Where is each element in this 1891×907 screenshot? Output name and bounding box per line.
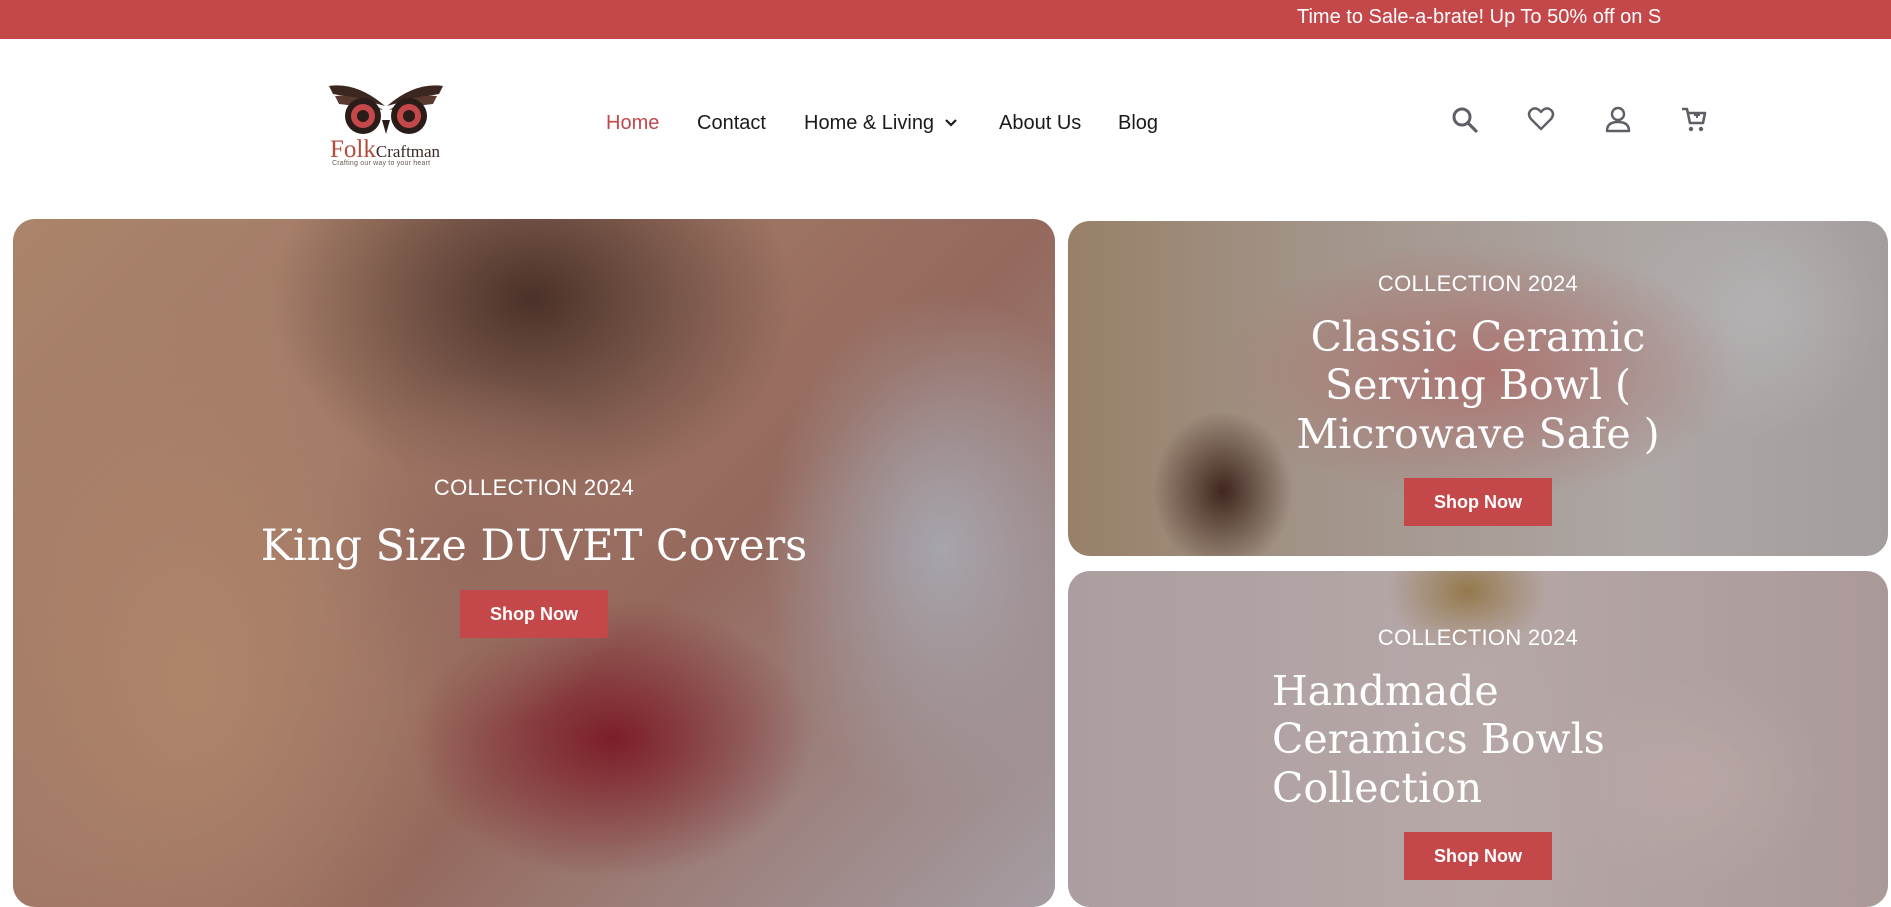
shop-now-button[interactable]: Shop Now [460,589,608,638]
banner-title: King Size DUVET Covers [260,521,808,571]
banner-title: Handmade Ceramics Bowls Collection [1272,667,1605,812]
announcement-bar: Time to Sale-a-brate! Up To 50% off on S… [0,0,1891,39]
cart-icon[interactable] [1679,104,1709,134]
shop-now-button[interactable]: Shop Now [1404,832,1552,881]
nav-item-blog[interactable]: Blog [1118,112,1158,135]
banner-duvet-covers: COLLECTION 2024 King Size DUVET Covers S… [13,219,1055,907]
banner-content: COLLECTION 2024 Classic Ceramic Serving … [1228,271,1728,527]
banner-content: COLLECTION 2024 Handmade Ceramics Bowls … [1258,625,1698,881]
nav-item-home[interactable]: Home [606,112,659,135]
user-icon[interactable] [1603,104,1633,134]
nav-item-about-us[interactable]: About Us [999,112,1081,135]
announcement-text: Time to Sale-a-brate! Up To 50% off on S… [1297,6,1662,28]
site-logo[interactable]: FolkCraftman Crafting our way to your he… [327,80,447,168]
search-icon[interactable] [1450,104,1480,134]
nav-item-home-living-label: Home & Living [804,112,935,134]
banner-content: COLLECTION 2024 King Size DUVET Covers S… [13,475,1055,638]
logo-tagline: Crafting our way to your heart [332,160,431,167]
banner-ceramic-serving-bowl: COLLECTION 2024 Classic Ceramic Serving … [1068,221,1888,556]
site-header: FolkCraftman Crafting our way to your he… [0,39,1891,219]
announcement-marquee: Time to Sale-a-brate! Up To 50% off on S… [1297,0,1662,39]
banner-collection-label: COLLECTION 2024 [1377,625,1579,650]
banner-handmade-ceramics: COLLECTION 2024 Handmade Ceramics Bowls … [1068,571,1888,907]
logo-word-craftman: Craftman [375,142,441,161]
logo-word-folk: Folk [330,136,376,163]
heart-icon[interactable] [1526,104,1556,134]
shop-now-button[interactable]: Shop Now [1404,478,1552,527]
banner-collection-label: COLLECTION 2024 [1377,271,1579,296]
nav-item-contact[interactable]: Contact [697,112,766,135]
chevron-down-icon [944,111,958,134]
banner-collection-label: COLLECTION 2024 [433,475,635,500]
banner-title: Classic Ceramic Serving Bowl ( Microwave… [1296,313,1660,458]
owl-logo-icon [329,85,443,134]
nav-item-home-living[interactable]: Home & Living [804,112,958,135]
